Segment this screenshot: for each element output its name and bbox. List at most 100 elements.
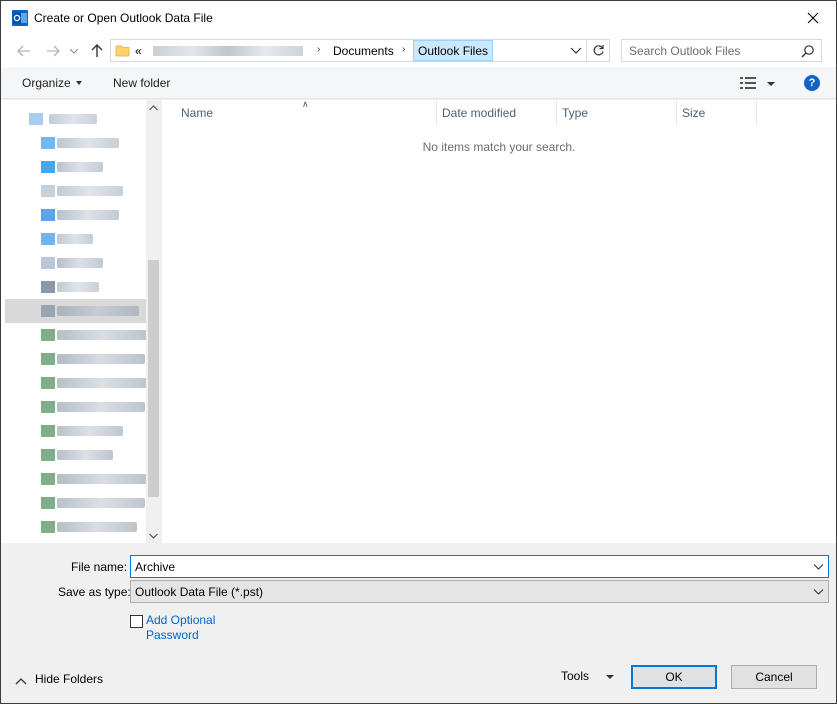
column-header-date-modified[interactable]: Date modified <box>442 100 516 125</box>
organize-dropdown-icon[interactable] <box>76 81 82 85</box>
back-arrow-icon <box>17 45 30 57</box>
tools-button[interactable]: Tools <box>561 669 589 683</box>
add-password-link[interactable]: Add Optional Password <box>146 613 236 643</box>
nav-tree-item[interactable] <box>5 443 146 467</box>
breadcrumb-overflow[interactable]: « <box>135 44 142 58</box>
chevron-down-icon[interactable] <box>570 44 582 56</box>
search-icon[interactable] <box>801 44 815 58</box>
nav-tree-item[interactable] <box>5 203 146 227</box>
title-bar: Create or Open Outlook Data File <box>1 1 836 35</box>
save-as-type-select[interactable]: Outlook Data File (*.pst) <box>130 580 829 603</box>
folder-icon <box>41 257 55 269</box>
forward-arrow-icon <box>47 45 60 57</box>
network-drive-icon <box>41 377 55 389</box>
forward-button[interactable] <box>43 41 63 61</box>
refresh-button[interactable] <box>587 39 610 62</box>
navigation-pane[interactable] <box>1 100 161 543</box>
folder-icon <box>41 281 55 293</box>
window-title: Create or Open Outlook Data File <box>34 11 213 25</box>
nav-tree-item[interactable] <box>5 491 146 515</box>
nav-tree-item[interactable] <box>5 107 146 131</box>
folder-icon <box>41 233 55 245</box>
recent-locations-chevron-icon[interactable] <box>70 49 78 54</box>
scroll-up-button[interactable] <box>146 100 161 115</box>
dialog-window: Create or Open Outlook Data File « › Doc… <box>0 0 837 704</box>
chevron-down-icon[interactable] <box>813 586 824 597</box>
close-button[interactable] <box>790 1 836 35</box>
nav-tree-item[interactable] <box>5 515 146 539</box>
column-divider[interactable] <box>676 100 677 125</box>
nav-tree-item-selected[interactable] <box>5 299 146 323</box>
folder-icon <box>41 185 55 197</box>
nav-tree-item[interactable] <box>5 467 147 491</box>
hide-folders-button[interactable]: Hide Folders <box>35 672 103 686</box>
help-icon[interactable]: ? <box>804 75 820 91</box>
up-arrow-icon <box>91 44 103 57</box>
address-bar[interactable]: « › Documents › Outlook Files <box>110 39 587 62</box>
nav-tree-item[interactable] <box>5 155 146 179</box>
sort-ascending-icon: ∧ <box>302 99 309 109</box>
back-button[interactable] <box>14 41 34 61</box>
network-drive-icon <box>41 497 55 509</box>
add-password-label-line2[interactable]: Password <box>146 628 236 643</box>
nav-tree-item[interactable] <box>5 395 146 419</box>
column-divider[interactable] <box>756 100 757 125</box>
search-input[interactable] <box>622 40 797 61</box>
breadcrumb-outlook-files[interactable]: Outlook Files <box>413 40 494 61</box>
close-icon <box>807 12 819 24</box>
network-drive-icon <box>41 401 55 413</box>
nav-tree-item[interactable] <box>5 347 146 371</box>
folder-icon <box>115 45 130 57</box>
folder-icon <box>41 209 55 221</box>
scrollbar-thumb[interactable] <box>148 260 159 497</box>
breadcrumb-separator-icon[interactable]: › <box>402 44 405 55</box>
file-name-label: File name: <box>71 560 128 574</box>
file-name-combobox[interactable] <box>130 555 829 578</box>
nav-tree-item[interactable] <box>5 371 147 395</box>
column-divider[interactable] <box>436 100 437 125</box>
chevron-up-icon[interactable] <box>15 676 27 686</box>
folder-icon <box>41 137 55 149</box>
nav-tree-item[interactable] <box>5 179 146 203</box>
drive-icon <box>41 305 55 317</box>
add-password-checkbox[interactable] <box>130 615 143 628</box>
breadcrumb-documents[interactable]: Documents <box>333 44 394 58</box>
outlook-icon <box>12 10 28 26</box>
nav-tree-item[interactable] <box>5 251 146 275</box>
command-toolbar: Organize New folder ? <box>1 67 836 99</box>
column-divider[interactable] <box>556 100 557 125</box>
file-list[interactable]: ∧ Name Date modified Type Size No items … <box>162 99 836 543</box>
column-header-type[interactable]: Type <box>562 100 588 125</box>
column-header-name[interactable]: Name <box>181 100 213 125</box>
nav-pane-scrollbar[interactable] <box>146 100 161 543</box>
chevron-down-icon[interactable] <box>813 561 824 572</box>
chevron-up-icon <box>149 104 158 110</box>
new-folder-button[interactable]: New folder <box>113 76 170 90</box>
organize-button[interactable]: Organize <box>22 76 71 90</box>
nav-tree-item[interactable] <box>5 227 146 251</box>
empty-list-message: No items match your search. <box>422 140 576 154</box>
network-drive-icon <box>41 353 55 365</box>
view-options-dropdown-icon[interactable] <box>767 82 775 86</box>
up-button[interactable] <box>87 41 107 61</box>
navigation-bar: « › Documents › Outlook Files <box>1 35 836 67</box>
nav-tree-item[interactable] <box>5 419 146 443</box>
network-drive-icon <box>41 473 55 485</box>
nav-tree-item[interactable] <box>5 323 147 347</box>
ok-button[interactable]: OK <box>631 665 717 689</box>
column-header-size[interactable]: Size <box>682 100 705 125</box>
scroll-down-button[interactable] <box>146 528 161 543</box>
nav-tree-item[interactable] <box>5 131 146 155</box>
breadcrumb-separator-icon[interactable]: › <box>317 44 320 55</box>
add-password-label-line1[interactable]: Add Optional <box>146 613 236 628</box>
search-box[interactable] <box>621 39 822 62</box>
file-name-input[interactable] <box>131 556 806 577</box>
view-details-icon[interactable] <box>740 77 756 89</box>
save-as-type-label: Save as type: <box>58 585 131 599</box>
refresh-icon <box>593 45 604 56</box>
cancel-button[interactable]: Cancel <box>731 665 817 689</box>
breadcrumb-redacted[interactable] <box>153 46 303 56</box>
network-drive-icon <box>41 521 55 533</box>
nav-tree-item[interactable] <box>5 275 146 299</box>
tools-dropdown-icon[interactable] <box>606 675 614 679</box>
